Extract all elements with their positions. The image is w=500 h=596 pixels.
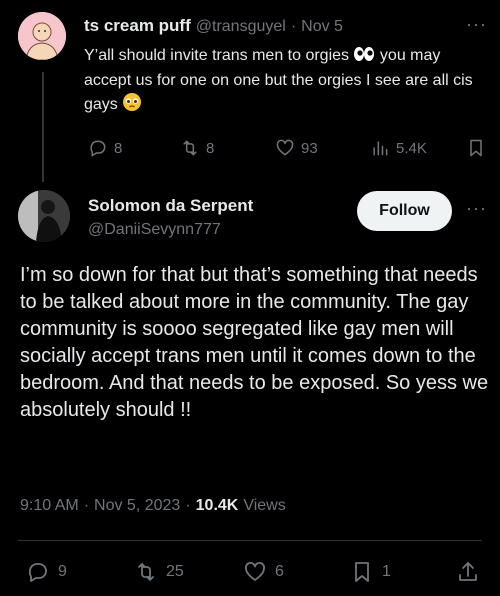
parent-reply-button[interactable]: 8 [88, 138, 122, 158]
parent-view-count: 5.4K [396, 139, 427, 157]
main-retweet-button[interactable]: 25 [134, 560, 184, 584]
parent-tweet-text: Y’all should invite trans men to orgies … [84, 45, 482, 119]
main-retweet-count: 25 [166, 563, 184, 580]
main-like-count: 6 [275, 563, 284, 580]
parent-retweet-count: 8 [206, 139, 215, 157]
tweet-meta: 9:10 AM · Nov 5, 2023 · 10.4K Views [20, 497, 286, 515]
main-bookmark-button[interactable]: 1 [350, 560, 391, 584]
main-display-name[interactable]: Solomon da Serpent [88, 196, 253, 216]
tweet-time[interactable]: 9:10 AM [20, 497, 79, 515]
bookmark-icon [355, 562, 369, 582]
pleading-face-icon [122, 92, 142, 119]
reply-icon [90, 140, 106, 157]
parent-reply-count: 8 [114, 139, 123, 157]
follow-button[interactable]: Follow [357, 191, 452, 231]
bookmark-icon [470, 139, 482, 157]
main-tweet-text: I’m so down for that but that’s somethin… [20, 264, 489, 421]
parent-date[interactable]: Nov 5 [301, 18, 343, 36]
eyes-icon [353, 45, 375, 70]
tweet-date[interactable]: Nov 5, 2023 [94, 497, 180, 515]
main-like-button[interactable]: 6 [243, 560, 284, 584]
main-avatar[interactable] [18, 190, 70, 242]
views-label: Views [243, 497, 286, 514]
parent-retweet-button[interactable]: 8 [180, 138, 214, 158]
heart-icon [276, 139, 294, 156]
views-count: 10.4K [195, 497, 239, 514]
share-icon [459, 562, 477, 581]
parent-like-button[interactable]: 93 [275, 138, 318, 158]
reply-icon [28, 563, 47, 582]
main-reply-count: 9 [58, 563, 67, 580]
parent-avatar[interactable] [18, 12, 66, 60]
parent-text-part1: Y’all should invite trans men to orgies [84, 47, 354, 64]
main-bookmark-count: 1 [382, 563, 391, 580]
divider [18, 540, 482, 541]
parent-handle[interactable]: @transguyel [196, 18, 286, 36]
main-share-button[interactable] [456, 560, 480, 584]
main-reply-button[interactable]: 9 [26, 560, 67, 584]
meta-separator-2: · [185, 497, 191, 514]
parent-header: ts cream puff @transguyel · Nov 5 [84, 16, 343, 36]
parent-display-name[interactable]: ts cream puff [84, 16, 191, 36]
parent-like-count: 93 [301, 139, 318, 157]
thread-line [42, 72, 44, 182]
retweet-icon [183, 140, 197, 156]
parent-views-button[interactable]: 5.4K [370, 138, 427, 158]
main-handle[interactable]: @DaniiSevynn777 [88, 221, 221, 239]
meta-separator-1: · [83, 497, 90, 514]
parent-bookmark-button[interactable] [466, 138, 486, 158]
main-more-button[interactable]: ··· [466, 198, 487, 219]
heart-icon [245, 562, 265, 581]
analytics-icon [373, 141, 388, 156]
parent-separator: · [290, 18, 297, 35]
parent-more-button[interactable]: ··· [466, 14, 487, 35]
retweet-icon [138, 563, 154, 581]
